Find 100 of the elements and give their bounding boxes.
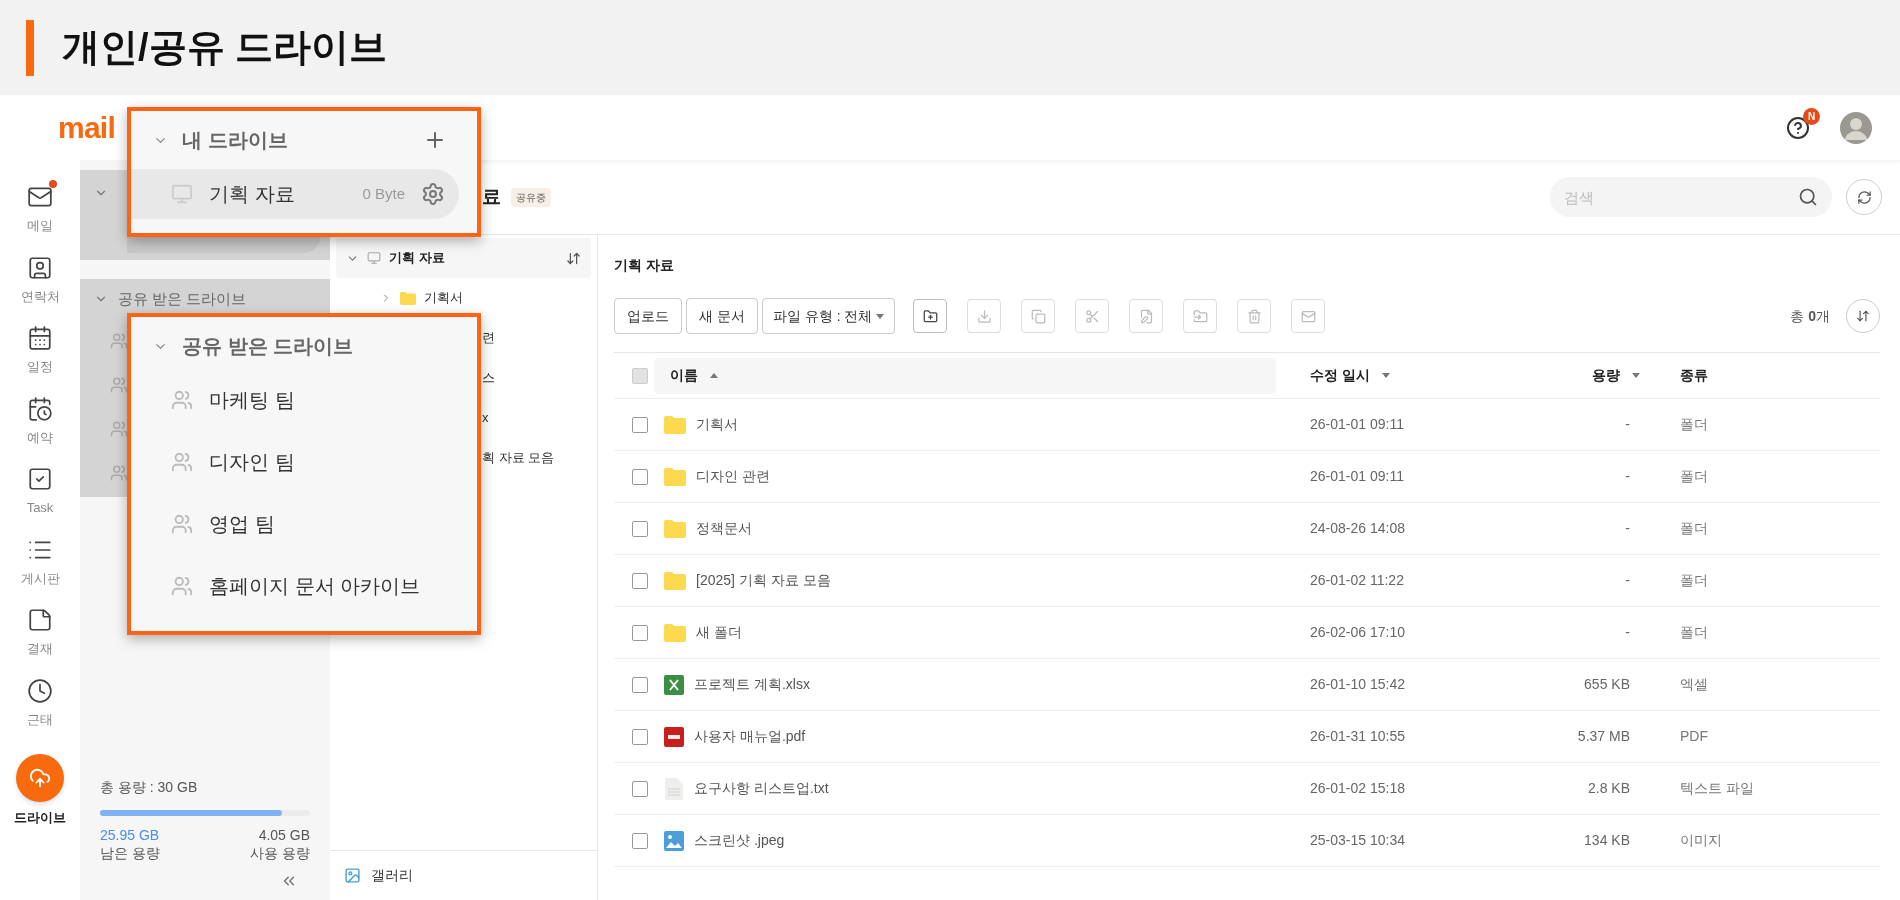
nav-item[interactable]: 예약 <box>27 395 53 447</box>
folder-icon <box>664 467 686 486</box>
drive-item[interactable]: 영업 팀 <box>131 499 459 549</box>
column-header[interactable]: 종류 <box>1680 357 1880 394</box>
file-row[interactable]: 사용자 매뉴얼.pdf 26-01-31 10:55 5.37 MB PDF <box>614 711 1880 763</box>
gallery-link[interactable]: 갤러리 <box>371 865 413 886</box>
people-icon <box>110 332 128 350</box>
nav-label: 게시판 <box>20 569 60 588</box>
pdf-file-icon <box>664 726 684 747</box>
column-header[interactable]: 이름 <box>654 357 1276 394</box>
delete-button[interactable] <box>1237 299 1272 333</box>
column-label: 용량 <box>1592 366 1620 385</box>
row-checkbox[interactable] <box>632 416 648 433</box>
column-header[interactable]: 수정 일시 <box>1310 357 1540 394</box>
help-icon[interactable] <box>1786 115 1810 140</box>
mail-button[interactable] <box>1291 299 1326 333</box>
column-label: 이름 <box>670 366 698 385</box>
file-size: - <box>1624 519 1631 538</box>
file-type: 폴더 <box>1680 467 1709 486</box>
drive-item[interactable]: 마케팅 팀 <box>131 375 459 425</box>
file-name[interactable]: 사용자 매뉴얼.pdf <box>694 726 806 747</box>
new-folder-button[interactable] <box>913 299 948 333</box>
row-checkbox[interactable] <box>632 468 648 485</box>
people-icon <box>110 376 128 394</box>
drive-item[interactable]: 디자인 팀 <box>131 437 459 487</box>
nav-label: 결재 <box>27 640 53 658</box>
row-checkbox[interactable] <box>632 676 648 693</box>
nav-label: 근태 <box>27 710 53 729</box>
tree-item[interactable]: 기획서 <box>424 288 463 308</box>
drive-item[interactable]: 기획 자료 0 Byte <box>131 169 459 219</box>
nav-item[interactable]: 게시판 <box>20 536 60 588</box>
calendar-clock-icon <box>27 395 53 422</box>
row-checkbox[interactable] <box>632 728 648 745</box>
nav-item[interactable]: Task <box>26 466 54 518</box>
file-name[interactable]: 기획서 <box>696 414 738 435</box>
gallery-icon <box>344 867 361 884</box>
file-row[interactable]: 디자인 관련 26-01-01 09:11 - 폴더 <box>614 451 1880 503</box>
toolbar-button[interactable]: 업로드 <box>614 298 682 334</box>
file-size: - <box>1624 571 1631 590</box>
column-label: 수정 일시 <box>1310 366 1370 385</box>
move-button[interactable] <box>1183 299 1218 333</box>
section-header[interactable]: 공유 받은 드라이브 <box>118 287 247 311</box>
folder-icon <box>400 291 416 305</box>
file-name[interactable]: 정책문서 <box>696 518 752 539</box>
section-header[interactable]: 공유 받은 드라이브 <box>182 331 447 361</box>
remaining-value: 25.95 GB <box>100 826 160 844</box>
nav-item[interactable]: 메일 <box>27 184 53 236</box>
file-type-dropdown[interactable]: 파일 유형 : 전체 <box>761 298 896 334</box>
file-name[interactable]: 요구사항 리스트업.txt <box>694 778 829 799</box>
nav-item[interactable]: 드라이브 <box>14 754 66 828</box>
nav-item[interactable]: 근태 <box>27 677 53 729</box>
folder-plus-icon <box>922 308 938 324</box>
tree-root[interactable]: 기획 자료 <box>336 238 591 278</box>
file-name[interactable]: [2025] 기획 자료 모음 <box>696 570 831 591</box>
search-icon[interactable] <box>1798 187 1818 207</box>
search-field[interactable]: 검색 <box>1550 177 1832 217</box>
file-name[interactable]: 디자인 관련 <box>696 466 770 487</box>
copy-button[interactable] <box>1021 299 1056 333</box>
file-name[interactable]: 새 폴더 <box>696 622 742 643</box>
nav-label: Task <box>26 499 54 517</box>
folder-icon <box>664 623 686 642</box>
download-button[interactable] <box>967 299 1002 333</box>
sort-caret-icon <box>1381 373 1390 378</box>
avatar[interactable] <box>1840 111 1872 144</box>
drive-name: 디자인 팀 <box>209 450 296 475</box>
nav-item[interactable]: 연락처 <box>20 254 60 306</box>
row-checkbox[interactable] <box>632 624 648 641</box>
file-row[interactable]: 기획서 26-01-01 09:11 - 폴더 <box>614 399 1880 451</box>
cloud-upload-icon <box>29 767 51 789</box>
envelope-icon <box>27 184 53 210</box>
file-name[interactable]: 스크린샷 .jpeg <box>694 830 785 851</box>
accent-bar <box>26 19 34 76</box>
file-size: 134 KB <box>1583 831 1631 850</box>
tree-item[interactable]: 련 <box>482 328 495 348</box>
file-row[interactable]: 요구사항 리스트업.txt 26-01-02 15:18 2.8 KB 텍스트 파일 <box>614 763 1880 815</box>
sort-icon[interactable] <box>566 250 581 266</box>
drive-item[interactable]: 홈페이지 문서 아카이브 <box>131 561 459 611</box>
nav-item[interactable]: 결재 <box>27 607 53 659</box>
row-checkbox[interactable] <box>632 572 648 589</box>
file-row[interactable]: 프로젝트 계획.xlsx 26-01-10 15:42 655 KB 엑셀 <box>614 659 1880 711</box>
file-row[interactable]: 새 폴더 26-02-06 17:10 - 폴더 <box>614 607 1880 659</box>
file-row[interactable]: 스크린샷 .jpeg 25-03-15 10:34 134 KB 이미지 <box>614 815 1880 867</box>
row-checkbox[interactable] <box>632 832 648 849</box>
toolbar-button[interactable]: 새 문서 <box>686 298 758 334</box>
file-size: 5.37 MB <box>1576 727 1631 746</box>
tree-item[interactable]: 획 자료 모음 <box>482 448 555 468</box>
cut-button[interactable] <box>1075 299 1110 333</box>
tree-item[interactable]: 스 <box>482 368 495 388</box>
file-name[interactable]: 프로젝트 계획.xlsx <box>694 674 810 695</box>
row-checkbox[interactable] <box>632 520 648 537</box>
nav-item[interactable]: 일정 <box>27 325 53 377</box>
section-header[interactable]: 내 드라이브 <box>182 125 409 155</box>
row-checkbox[interactable] <box>632 780 648 797</box>
drive-button[interactable] <box>16 754 64 802</box>
column-header[interactable]: 용량 <box>1540 357 1680 394</box>
file-row[interactable]: [2025] 기획 자료 모음 26-01-02 11:22 - 폴더 <box>614 555 1880 607</box>
copy-icon <box>1030 308 1046 324</box>
file-row[interactable]: 정책문서 24-08-26 14:08 - 폴더 <box>614 503 1880 555</box>
tree-item[interactable]: x <box>482 408 489 428</box>
edit-button[interactable] <box>1129 299 1164 333</box>
